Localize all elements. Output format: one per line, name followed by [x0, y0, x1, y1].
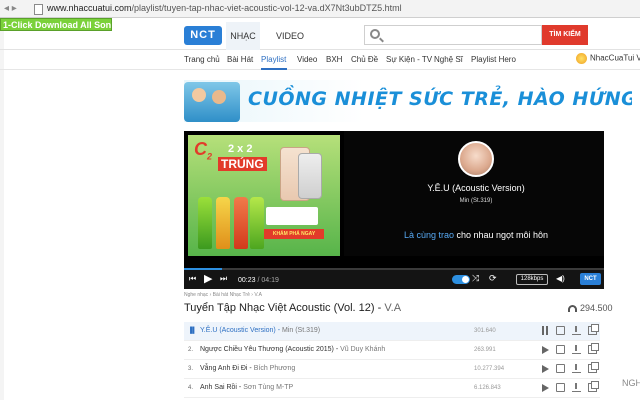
nav-arrows-icon[interactable]: ◂ ▸ — [4, 3, 28, 15]
shuffle-icon[interactable]: ⤨ — [472, 273, 479, 284]
song-name: Vẫng Anh Đi Đi - Bích Phương — [200, 365, 296, 372]
user-avatar-icon — [576, 53, 587, 64]
song-name: Ngược Chiều Yêu Thương (Acoustic 2015) -… — [200, 346, 386, 353]
song-views: 10.277.394 — [474, 366, 505, 372]
url-text[interactable]: www.nhaccuatui.com/playlist/tuyen-tap-nh… — [47, 3, 402, 13]
nav-su-kien-tv[interactable]: Sự Kiện - TV — [386, 55, 432, 64]
now-playing-title: Y.Ê.U (Acoustic Version) — [427, 183, 525, 193]
play-icon[interactable]: ▶ — [204, 272, 212, 285]
player-ad[interactable]: C2 2 x 2 TRÚNG KHÁM PHÁ NGAY — [188, 135, 340, 256]
song-row[interactable]: 2. Ngược Chiều Yêu Thương (Acoustic 2015… — [184, 341, 600, 360]
quality-button[interactable]: 128kbps — [516, 274, 548, 285]
nav-video[interactable]: Video — [297, 55, 317, 64]
bottle-image — [250, 197, 264, 249]
lyric-line: Là cùng trao cho nhau ngọt môi hôn — [384, 230, 568, 240]
address-bar[interactable]: ◂ ▸ www.nhaccuatui.com/playlist/tuyen-ta… — [0, 0, 640, 18]
prev-icon[interactable]: ⏮ — [189, 274, 196, 284]
song-list: ▐▌ Y.Ê.U (Acoustic Version) - Min (St.31… — [184, 322, 600, 398]
add-icon[interactable] — [556, 383, 565, 392]
download-icon[interactable] — [572, 364, 581, 373]
nct-logo[interactable]: NCT — [184, 26, 222, 45]
nav-bai-hat[interactable]: Bài Hát — [227, 55, 253, 64]
ad-badge: C2 — [194, 139, 213, 162]
nav-playlist-hero[interactable]: Playlist Hero — [471, 55, 516, 64]
lyric-toggle[interactable] — [452, 275, 470, 284]
song-row[interactable]: ▐▌ Y.Ê.U (Acoustic Version) - Min (St.31… — [184, 322, 600, 341]
song-number: 4. — [188, 385, 194, 391]
song-views: 263.991 — [474, 347, 496, 353]
time-display: 00:23 / 04:19 — [238, 277, 279, 284]
download-icon[interactable] — [572, 345, 581, 354]
headphones-icon — [568, 305, 577, 313]
bottle-image — [234, 197, 248, 249]
artist-avatar — [458, 141, 494, 177]
song-name: Anh Sai Rồi - Sơn Tùng M-TP — [200, 384, 294, 391]
banner-ad[interactable]: CUỒNG NHIỆT SỨC TRẺ, HÀO HỨNG TỘT ĐỈNH — [184, 80, 632, 122]
add-icon[interactable] — [556, 364, 565, 373]
tab-video[interactable]: VIDEO — [276, 22, 304, 50]
equalizer-icon: ▐▌ — [188, 328, 197, 334]
tab-nhac[interactable]: NHẠC — [226, 22, 260, 50]
ad-trung: TRÚNG — [218, 157, 267, 171]
share-icon[interactable] — [588, 343, 599, 354]
add-icon[interactable] — [556, 326, 565, 335]
sub-navigation: Trang chủ Bài Hát Playlist Video BXH Chủ… — [0, 50, 640, 70]
next-icon[interactable]: ⏭ — [220, 274, 227, 284]
share-icon[interactable] — [588, 324, 599, 335]
music-player: C2 2 x 2 TRÚNG KHÁM PHÁ NGAY — [184, 131, 604, 289]
search-input[interactable] — [364, 25, 542, 45]
user-menu[interactable]: NhacCuaTui V — [576, 53, 640, 64]
ad-cta-button[interactable]: KHÁM PHÁ NGAY — [264, 229, 324, 239]
time-total: 04:19 — [261, 277, 279, 284]
play-icon[interactable] — [542, 384, 549, 392]
nav-chu-de[interactable]: Chủ Đề — [351, 55, 378, 64]
playlist-name: Tuyển Tập Nhạc Việt Acoustic (Vol. 12) — [184, 302, 375, 314]
lyric-rest: cho nhau ngọt môi hôn — [453, 230, 549, 240]
song-views: 6.126.843 — [474, 385, 501, 391]
bottle-image — [198, 197, 212, 249]
ad-headline: 2 x 2 — [228, 143, 253, 155]
nav-playlist[interactable]: Playlist — [261, 55, 286, 64]
volume-icon[interactable]: ◀) — [556, 274, 565, 283]
side-label: NGH — [622, 378, 640, 388]
listen-count: 294.500 — [568, 303, 613, 313]
banner-people-image — [184, 82, 240, 122]
nav-bxh[interactable]: BXH — [326, 55, 342, 64]
play-icon[interactable] — [542, 346, 549, 354]
bottle-image — [216, 197, 230, 249]
active-tab-underline — [261, 68, 287, 70]
pause-icon[interactable] — [542, 326, 548, 335]
page-icon — [34, 4, 43, 15]
repeat-icon[interactable]: ⟳ — [489, 273, 497, 284]
song-number: 3. — [188, 366, 194, 372]
ad-promo-box — [266, 207, 318, 225]
nav-trang-chu[interactable]: Trang chủ — [184, 55, 220, 64]
add-icon[interactable] — [556, 345, 565, 354]
left-edge — [0, 31, 4, 400]
song-name: Y.Ê.U (Acoustic Version) - Min (St.319) — [200, 327, 321, 334]
song-row[interactable]: 3. Vẫng Anh Đi Đi - Bích Phương 10.277.3… — [184, 360, 600, 379]
song-number: 2. — [188, 347, 194, 353]
now-playing-artist: Min (St.319) — [459, 198, 493, 204]
listen-count-value: 294.500 — [580, 303, 613, 313]
time-current: 00:23 — [238, 277, 256, 284]
play-icon[interactable] — [542, 365, 549, 373]
share-icon[interactable] — [588, 381, 599, 392]
banner-slogan: CUỒNG NHIỆT SỨC TRẺ, HÀO HỨNG TỘT ĐỈNH — [248, 88, 632, 110]
nct-player-logo[interactable]: NCT — [580, 273, 601, 285]
playlist-artist[interactable]: V.A — [384, 302, 401, 314]
search-icon — [370, 29, 380, 39]
song-row[interactable]: 4. Anh Sai Rồi - Sơn Tùng M-TP 6.126.843 — [184, 379, 600, 398]
playlist-title: Tuyển Tập Nhạc Việt Acoustic (Vol. 12) -… — [184, 302, 402, 314]
share-icon[interactable] — [588, 362, 599, 373]
search-button[interactable]: TÌM KIẾM — [542, 25, 588, 45]
download-icon[interactable] — [572, 383, 581, 392]
song-views: 301.640 — [474, 328, 496, 334]
phone-image-2 — [298, 153, 322, 199]
download-icon[interactable] — [572, 326, 581, 335]
lyric-highlight: Là cùng trao — [403, 230, 454, 240]
user-name: NhacCuaTui V — [590, 53, 640, 63]
nav-nghe-si[interactable]: Nghệ Sĩ — [434, 55, 463, 64]
breadcrumb[interactable]: Nghe nhạc › Bài hát Nhạc Trẻ › V.A — [184, 292, 262, 298]
